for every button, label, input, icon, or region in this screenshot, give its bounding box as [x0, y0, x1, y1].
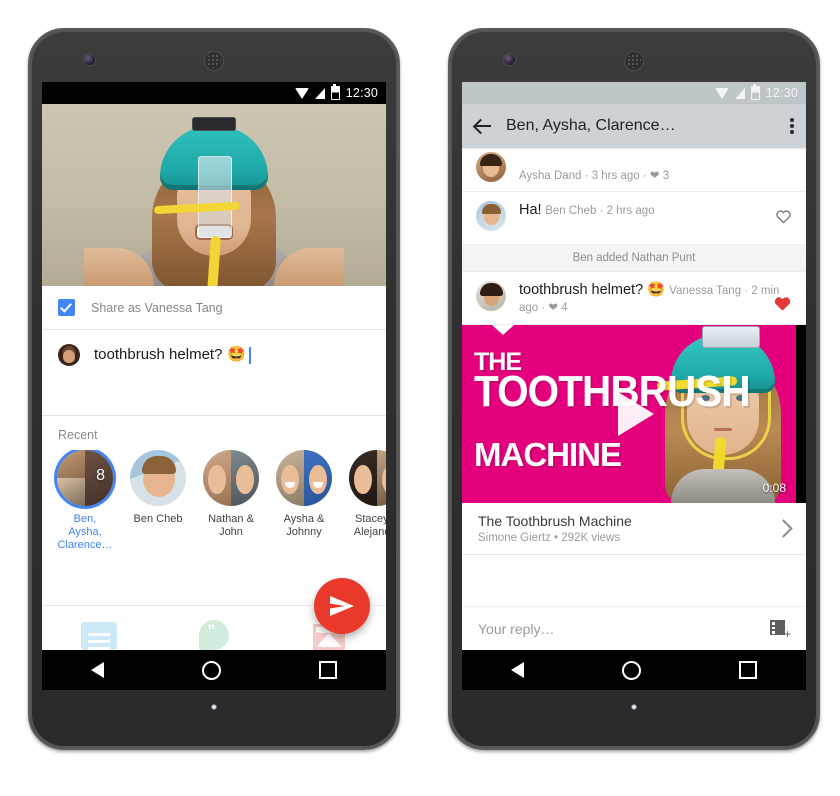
signal-icon — [734, 87, 745, 99]
message-meta: Ben Cheb · 2 hrs ago — [545, 205, 655, 217]
page-title: Ben, Aysha, Clarence… — [506, 117, 676, 134]
send-icon — [330, 596, 354, 616]
back-icon[interactable] — [91, 662, 104, 678]
recent-contact-label: Stacey & Alejandro — [353, 513, 386, 538]
back-arrow-icon[interactable] — [474, 117, 492, 135]
share-as-checkbox[interactable] — [58, 299, 75, 316]
recent-contact-label: Aysha & Johnny — [283, 513, 325, 538]
caption-input[interactable]: toothbrush helmet? 🤩 — [94, 344, 251, 366]
chevron-right-icon[interactable] — [774, 519, 793, 538]
left-device-frame: 12:30 Share as Vanessa Tang toothbrush h… — [28, 28, 400, 750]
signal-icon — [314, 87, 325, 99]
recent-contact-aysha-johnny[interactable]: Aysha & Johnny — [275, 450, 333, 552]
group-count-badge: 8 — [96, 467, 105, 484]
battery-icon — [330, 84, 340, 100]
notification-led — [211, 704, 217, 710]
video-attachment-card[interactable]: THE TOOTHBRUSH MACHINE 0:08 The Toothbru… — [462, 325, 806, 555]
right-device-frame: 12:30 Ben, Aysha, Clarence… Aysha Dand · — [448, 28, 820, 750]
play-icon[interactable] — [618, 392, 654, 436]
hangouts-app-icon[interactable] — [190, 616, 238, 650]
video-thumbnail[interactable]: THE TOOTHBRUSH MACHINE 0:08 — [462, 325, 806, 503]
caption-emoji: 🤩 — [227, 346, 247, 363]
caption-text: toothbrush helmet? — [94, 346, 223, 363]
video-duration: 0:08 — [762, 481, 786, 495]
photo-acrylic-rig — [198, 156, 232, 238]
earpiece-speaker-icon — [625, 52, 643, 70]
recent-contact-label: Nathan & John — [208, 513, 254, 538]
photo-circuit-board — [193, 118, 235, 130]
avatar — [58, 344, 80, 366]
avatar — [276, 450, 332, 506]
home-icon[interactable] — [622, 660, 641, 680]
back-icon[interactable] — [511, 662, 524, 678]
avatar — [203, 450, 259, 506]
share-as-row[interactable]: Share as Vanessa Tang — [42, 286, 386, 330]
recent-contact-stacey-alejandro[interactable]: Stacey & Alejandro — [348, 450, 386, 552]
heart-icon: ❤ — [548, 302, 559, 314]
video-info-row[interactable]: The Toothbrush Machine Simone Giertz • 2… — [462, 503, 806, 555]
screenshot-stage: 12:30 Share as Vanessa Tang toothbrush h… — [0, 0, 840, 796]
recents-icon[interactable] — [319, 661, 337, 679]
recent-label: Recent — [58, 428, 98, 442]
heart-icon: ❤ — [649, 170, 660, 182]
wifi-icon — [294, 87, 309, 99]
system-message: Ben added Nathan Punt — [462, 245, 806, 272]
list-item[interactable]: Ha! Ben Cheb · 2 hrs ago — [462, 192, 806, 245]
battery-icon — [750, 84, 760, 100]
front-camera-icon — [84, 54, 95, 65]
video-attach-icon[interactable]: + — [770, 620, 791, 640]
conversation-app-bar: Ben, Aysha, Clarence… — [462, 104, 806, 148]
message-meta: Aysha Dand · 3 hrs ago · ❤ 3 — [519, 170, 670, 182]
left-phone-screen: 12:30 Share as Vanessa Tang toothbrush h… — [42, 82, 386, 690]
recent-contact-label: Ben, Aysha, Clarence… — [57, 513, 113, 551]
video-subtitle: Simone Giertz • 292K views — [478, 532, 621, 544]
left-nav-bar[interactable] — [42, 650, 386, 690]
message-text: Ha! — [519, 202, 542, 218]
earpiece-speaker-icon — [205, 52, 223, 70]
video-letterbox — [796, 325, 806, 503]
recent-contact-label: Ben Cheb — [133, 513, 183, 525]
avatar — [476, 201, 506, 231]
video-title: The Toothbrush Machine — [478, 513, 632, 529]
avatar: 8 — [57, 450, 113, 506]
avatar — [476, 281, 506, 311]
share-as-label: Share as Vanessa Tang — [91, 300, 223, 315]
right-status-bar: 12:30 — [462, 82, 806, 104]
recent-contact-ben[interactable]: Ben Cheb — [129, 450, 187, 552]
reply-row[interactable]: Your reply… + — [462, 606, 806, 650]
heart-filled-icon[interactable] — [773, 294, 792, 313]
status-time: 12:30 — [345, 86, 378, 100]
wifi-icon — [714, 87, 729, 99]
card-pointer — [492, 325, 514, 335]
recent-contact-group[interactable]: 8 Ben, Aysha, Clarence… — [56, 450, 114, 552]
text-caret — [249, 346, 251, 364]
recent-contact-nathan-john[interactable]: Nathan & John — [202, 450, 260, 552]
right-nav-bar[interactable] — [462, 650, 806, 690]
list-item[interactable]: Aysha Dand · 3 hrs ago · ❤ 3 — [462, 148, 806, 192]
recents-icon[interactable] — [739, 661, 757, 679]
message-list[interactable]: Aysha Dand · 3 hrs ago · ❤ 3 Ha! Ben Che… — [462, 148, 806, 325]
avatar — [349, 450, 386, 506]
recent-contacts-list[interactable]: 8 Ben, Aysha, Clarence… Ben Cheb Nathan … — [42, 450, 386, 552]
right-phone-screen: 12:30 Ben, Aysha, Clarence… Aysha Dand · — [462, 82, 806, 690]
messages-app-icon[interactable] — [75, 616, 123, 650]
avatar — [130, 450, 186, 506]
message-text: toothbrush helmet? 🤩 — [519, 282, 666, 298]
reply-input[interactable]: Your reply… — [478, 621, 770, 637]
send-button[interactable] — [314, 578, 370, 634]
left-status-bar: 12:30 — [42, 82, 386, 104]
avatar — [476, 152, 506, 182]
list-item[interactable]: toothbrush helmet? 🤩 Vanessa Tang · 2 mi… — [462, 272, 806, 325]
compose-caption-row[interactable]: toothbrush helmet? 🤩 — [42, 330, 386, 416]
home-icon[interactable] — [202, 660, 221, 680]
recent-section: Recent 8 Ben, Aysha, Clarence… Ben Cheb … — [42, 416, 386, 552]
notification-led — [631, 704, 637, 710]
captured-photo-preview[interactable] — [42, 104, 386, 286]
more-options-icon[interactable] — [790, 116, 794, 136]
status-time: 12:30 — [765, 86, 798, 100]
front-camera-icon — [504, 54, 515, 65]
heart-outline-icon[interactable] — [775, 208, 792, 225]
